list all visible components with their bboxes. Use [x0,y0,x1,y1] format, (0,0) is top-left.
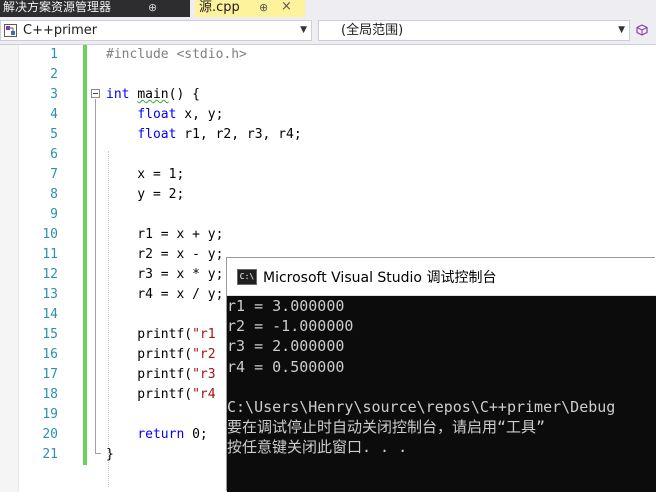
line-number: 4 [50,107,58,122]
console-output-line: C:\Users\Henry\source\repos\C++primer\De… [227,397,616,416]
line-number: 8 [50,187,58,202]
pin-icon[interactable]: ⊕ [259,0,268,15]
outline-line [95,99,96,453]
line-number: 11 [42,247,58,262]
line-number: 17 [42,367,58,382]
code-line[interactable]: ​ [106,145,656,165]
console-output-line: r2 = -1.000000 [227,317,354,336]
collapse-toggle-icon[interactable] [91,89,100,98]
line-number-gutter: 1 2 3 4 5 6 7 8 9 10 11 12 13 14 15 16 17 18 19 20 21 [18,45,58,465]
line-number: 2 [50,67,58,82]
pin-icon[interactable]: ⊕ [148,0,157,15]
console-output-line: r3 = 2.000000 [227,337,345,356]
console-output-line: r1 = 3.000000 [227,297,345,315]
code-line[interactable]: ​ [106,205,656,225]
console-output-line: ​ [227,377,656,397]
console-app-icon: C:\ [237,269,257,285]
console-output: r1 = 3.000000 r2 = -1.000000 r3 = 2.000000… [227,296,656,492]
line-number: 7 [50,167,58,182]
code-line[interactable]: x = 1; [106,165,656,185]
glyph-margin [0,45,19,492]
code-line[interactable]: r1 = x + y; [106,225,656,245]
code-line[interactable]: #include <stdio.h> [106,45,656,65]
scope-dropdown[interactable]: (全局范围) ▼ [318,20,630,41]
chevron-down-icon: ▼ [618,25,625,35]
navigation-bar: C++primer ▼ (全局范围) ▼ [0,17,656,45]
line-number: 10 [42,227,58,242]
line-number: 20 [42,427,58,442]
line-number: 14 [42,307,58,322]
line-number: 1 [50,47,58,62]
project-dropdown-value: C++primer [23,23,98,38]
line-number: 19 [42,407,58,422]
line-number: 3 [50,87,58,102]
outline-line-end [95,453,101,454]
close-icon[interactable]: × [281,0,292,14]
line-number: 16 [42,347,58,362]
line-number: 15 [42,327,58,342]
chevron-down-icon: ▼ [300,25,307,35]
code-line[interactable]: float x, y; [106,105,656,125]
code-line[interactable]: ​ [106,65,656,85]
document-tab-strip: 解决方案资源管理器 ⊕ 源.cpp ⊕ × [0,0,656,17]
line-number: 21 [42,447,58,462]
line-number: 12 [42,267,58,282]
project-icon [4,24,17,37]
console-output-line: 要在调试停止时自动关闭控制台，请启用“工具” [227,418,546,437]
line-number: 18 [42,387,58,402]
line-number: 5 [50,127,58,142]
debug-console-window[interactable]: C:\ Microsoft Visual Studio 调试控制台 r1 = 3… [227,258,656,492]
tab-solution-explorer[interactable]: 解决方案资源管理器 ⊕ [0,0,190,17]
line-number: 13 [42,287,58,302]
console-title-bar[interactable]: C:\ Microsoft Visual Studio 调试控制台 [227,258,656,296]
line-number: 6 [50,147,58,162]
change-tracking-bar [83,45,87,465]
code-line[interactable]: float r1, r2, r3, r4; [106,125,656,145]
code-line[interactable]: int main() { [106,85,656,105]
console-title: Microsoft Visual Studio 调试控制台 [263,270,497,286]
console-output-line: r4 = 0.500000 [227,357,345,376]
tab-source-cpp-label: 源.cpp [199,0,240,15]
project-dropdown[interactable]: C++primer ▼ [0,20,312,41]
tab-source-cpp[interactable]: 源.cpp ⊕ × [195,0,305,17]
console-output-line: 按任意键关闭此窗口. . . [227,438,408,457]
scope-dropdown-value: (全局范围) [341,23,404,38]
member-cube-icon[interactable] [636,24,648,36]
tab-solution-explorer-label: 解决方案资源管理器 [3,0,112,14]
code-line[interactable]: y = 2; [106,185,656,205]
line-number: 9 [50,207,58,222]
